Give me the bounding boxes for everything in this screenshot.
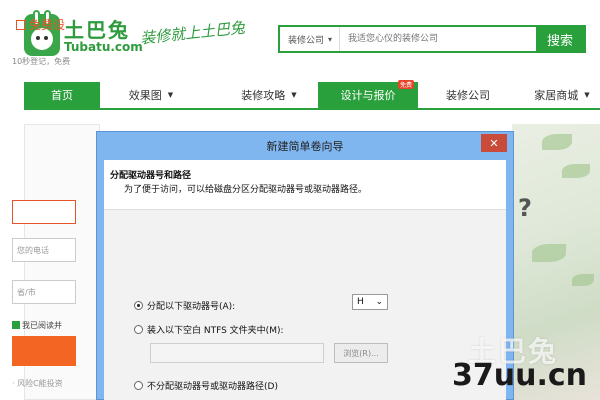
folder-path-input[interactable] [150,343,324,363]
caret-down-icon: ▼ [167,91,174,99]
search-bar: 装修公司 ▾ 搜索 [278,25,586,53]
chevron-down-icon: ⌄ [375,297,383,307]
nav-item-design-quote[interactable]: 设计与报价 免费 [318,80,418,108]
assign-letter-option[interactable]: 分配以下驱动器号(A): [134,299,235,312]
site-watermark: 37uu.cn [452,358,587,393]
dialog-title: 新建简单卷向导 [266,140,344,153]
nav-item-label: 装修攻略 [241,89,286,102]
main-nav: 首页 效果图 ▼ 装修攻略 ▼ 设计与报价 免费 装修公司 家居商城 ▼ [24,80,600,110]
leaf-shape [572,274,594,286]
dialog-body: 分配驱动器号和路径 为了便于访问，可以给磁盘分区分配驱动器号或驱动器路径。 分配… [104,160,506,400]
no-assign-label: 不分配驱动器号或驱动器路径(D) [147,382,278,392]
nav-item-label: 家居商城 [534,89,579,102]
drive-letter-select[interactable]: H ⌄ [352,294,388,310]
nav-item-label: 首页 [51,89,73,102]
leaf-shape [542,134,572,150]
mount-folder-label: 装入以下空白 NTFS 文件夹中(M): [147,326,284,336]
form-title: 免费设 [16,16,65,33]
caret-down-icon: ▼ [584,91,590,99]
nav-item-mall[interactable]: 家居商城 ▼ [524,82,600,108]
checkbox-icon [12,321,20,329]
dialog-subheading: 为了便于访问，可以给磁盘分区分配驱动器号或驱动器路径。 [124,185,368,195]
edit-icon [16,20,26,30]
leaf-shape [532,244,566,262]
chevron-down-icon: ▾ [328,34,333,44]
free-badge: 免费 [397,80,414,89]
radio-icon[interactable] [134,381,143,390]
caret-down-icon: ▼ [291,91,297,99]
leaf-shape [562,164,590,178]
mount-folder-option[interactable]: 装入以下空白 NTFS 文件夹中(M): [134,323,284,336]
agree-checkbox[interactable]: 我已阅读并 [12,320,62,331]
nav-item-effects[interactable]: 效果图 ▼ [106,82,196,108]
logo-domain[interactable]: Tubatu.com [64,40,143,54]
assign-letter-label: 分配以下驱动器号(A): [147,302,236,312]
radio-icon[interactable] [134,325,143,334]
browse-button[interactable]: 浏览(R)... [334,343,388,363]
nav-item-guides[interactable]: 装修攻略 ▼ [220,82,318,108]
risk-note: · 风险C能投资 [12,379,63,388]
nav-item-companies[interactable]: 装修公司 [432,82,504,108]
nav-item-label: 设计与报价 [340,89,396,102]
search-category-select[interactable]: 装修公司 ▾ [280,27,340,51]
slogan: 装修就上土巴兔 [139,18,246,48]
dialog-heading: 分配驱动器号和路径 [110,171,192,181]
phone-field[interactable]: 您的电话 [12,238,76,262]
site-header: 土巴兔 Tubatu.com 装修就上土巴兔 装修公司 ▾ 搜索 [0,0,600,80]
form-tip: 10秒登记，免费 [12,57,71,66]
submit-button[interactable] [12,336,76,366]
nav-item-label: 装修公司 [446,89,490,102]
question-mark-icon: ? [518,194,532,222]
city-field[interactable]: 省/市 [12,280,76,304]
drive-letter-value: H [357,297,364,307]
search-button[interactable]: 搜索 [536,27,584,51]
search-input[interactable] [340,27,536,51]
name-field[interactable] [12,200,76,224]
search-category-label: 装修公司 [288,35,325,46]
no-assign-option[interactable]: 不分配驱动器号或驱动器路径(D) [134,379,278,392]
radio-selected-icon[interactable] [134,301,143,310]
nav-item-home[interactable]: 首页 [24,82,100,108]
logo-name[interactable]: 土巴兔 [64,14,130,43]
close-button[interactable]: ✕ [481,134,507,152]
nav-item-label: 效果图 [128,89,162,102]
dialog-header: 分配驱动器号和路径 为了便于访问，可以给磁盘分区分配驱动器号或驱动器路径。 [104,160,506,210]
